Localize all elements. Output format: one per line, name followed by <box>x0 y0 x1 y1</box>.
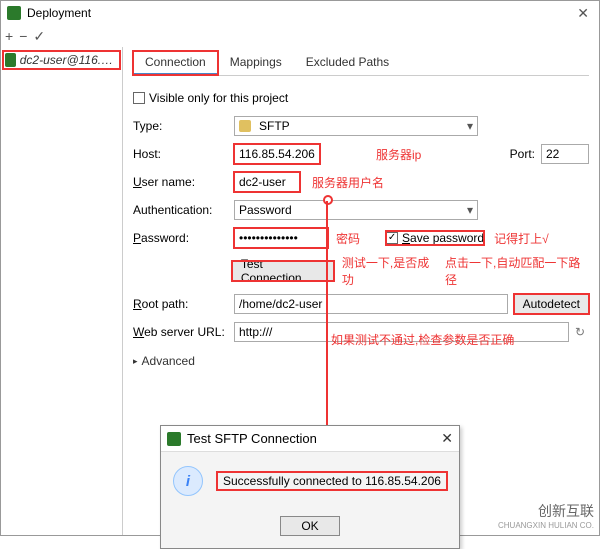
dialog-title: Test SFTP Connection <box>187 431 441 446</box>
autodetect-hint: 点击一下,自动匹配一下路径 <box>445 254 589 288</box>
save-password-checkbox[interactable]: ✓ Save password <box>386 231 484 245</box>
password-hint: 密码 <box>336 230 360 247</box>
autodetect-button[interactable]: Autodetect <box>514 294 589 314</box>
port-label: Port: <box>510 147 535 161</box>
host-label: Host: <box>133 147 228 161</box>
remove-button[interactable]: − <box>19 28 27 44</box>
ok-button[interactable]: OK <box>280 516 339 536</box>
advanced-label: Advanced <box>142 354 195 368</box>
type-select[interactable]: SFTP ▾ <box>234 116 478 136</box>
toolbar: + − ✓ <box>1 25 599 47</box>
sftp-icon <box>239 120 251 132</box>
password-label: Password: <box>133 231 228 245</box>
rootpath-label: Root path: <box>133 297 228 311</box>
close-icon[interactable]: ✕ <box>573 5 593 22</box>
tabs: Connection Mappings Excluded Paths <box>133 51 589 76</box>
check-button[interactable]: ✓ <box>33 28 45 45</box>
chevron-down-icon: ▾ <box>467 203 473 217</box>
weburl-label: Web server URL: <box>133 325 228 339</box>
dialog-titlebar: Test SFTP Connection ✕ <box>161 426 459 452</box>
tab-excluded-paths[interactable]: Excluded Paths <box>294 51 401 75</box>
authentication-select[interactable]: Password ▾ <box>234 200 478 220</box>
checkbox-box <box>133 92 145 104</box>
host-hint: 服务器ip <box>376 146 421 163</box>
test-connection-button[interactable]: Test Connection <box>232 261 334 281</box>
chevron-down-icon: ▾ <box>467 119 473 133</box>
save-password-label: Save password <box>402 231 484 245</box>
type-value: SFTP <box>259 119 290 133</box>
authentication-label: Authentication: <box>133 203 228 217</box>
app-icon <box>7 6 21 20</box>
tab-connection[interactable]: Connection <box>133 51 218 75</box>
tab-mappings[interactable]: Mappings <box>218 51 294 75</box>
add-button[interactable]: + <box>5 28 13 44</box>
server-tree-item[interactable]: dc2-user@116.85.54.20 <box>3 51 120 69</box>
visible-only-checkbox[interactable]: Visible only for this project <box>133 91 288 105</box>
rootpath-input[interactable]: /home/dc2-user <box>234 294 508 314</box>
fail-callout: 如果测试不通过,检查参数是否正确 <box>331 331 514 348</box>
dialog-close-icon[interactable]: ✕ <box>441 430 453 447</box>
visible-only-label: Visible only for this project <box>149 91 288 105</box>
test-connection-hint: 测试一下,是否成功 <box>342 254 439 288</box>
server-tree-label: dc2-user@116.85.54.20 <box>20 53 118 67</box>
dialog-app-icon <box>167 432 181 446</box>
server-icon <box>5 53 16 67</box>
chevron-right-icon: ▸ <box>133 356 138 367</box>
checkbox-box-checked: ✓ <box>386 232 398 244</box>
type-label: Type: <box>133 119 228 133</box>
titlebar: Deployment ✕ <box>1 1 599 25</box>
password-input[interactable]: •••••••••••••• <box>234 228 328 248</box>
annotation-arrow <box>326 199 328 431</box>
watermark: 创新互联 CHUANGXIN HULIAN CO. <box>498 501 594 530</box>
port-input[interactable]: 22 <box>541 144 589 164</box>
server-tree: dc2-user@116.85.54.20 <box>1 47 123 535</box>
username-label: User name: <box>133 175 228 189</box>
info-icon: i <box>173 466 203 496</box>
browser-icon[interactable]: ↻ <box>575 325 589 339</box>
authentication-value: Password <box>239 203 292 217</box>
dialog-message: Successfully connected to 116.85.54.206 <box>217 472 447 490</box>
advanced-toggle[interactable]: ▸ Advanced <box>133 354 589 368</box>
test-connection-dialog: Test SFTP Connection ✕ i Successfully co… <box>160 425 460 549</box>
username-hint: 服务器用户名 <box>312 174 384 191</box>
save-password-hint: 记得打上√ <box>494 230 549 247</box>
username-input[interactable]: dc2-user <box>234 172 300 192</box>
host-input[interactable]: 116.85.54.206 <box>234 144 320 164</box>
window-title: Deployment <box>27 6 573 20</box>
